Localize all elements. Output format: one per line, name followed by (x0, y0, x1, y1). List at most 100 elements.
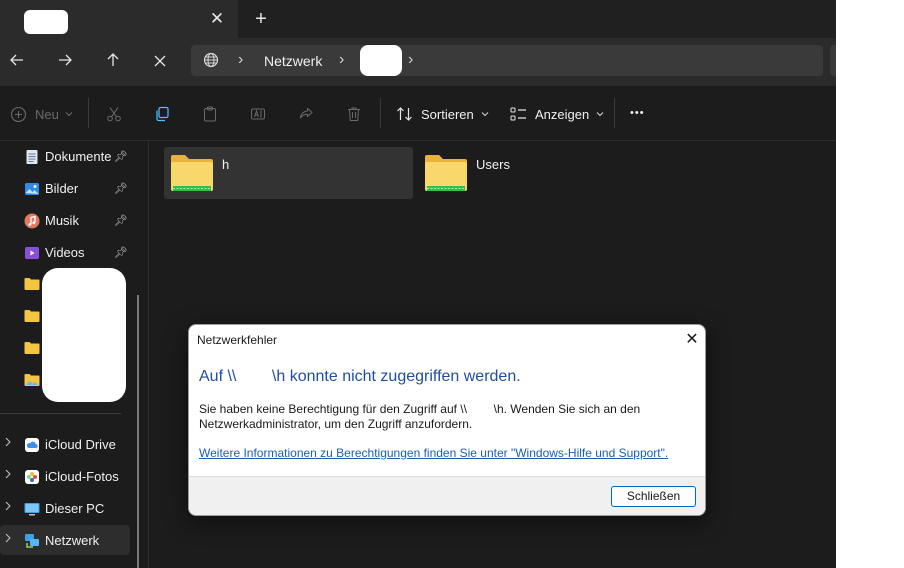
search-box-edge[interactable] (830, 45, 836, 76)
delete-button[interactable] (346, 104, 362, 124)
redacted-tab-title (24, 10, 68, 34)
folder-name: Users (476, 157, 510, 172)
breadcrumb-separator[interactable]: › (238, 51, 243, 69)
folder-icon (24, 342, 40, 354)
close-button[interactable]: Schließen (611, 486, 696, 507)
pictures-icon (25, 183, 39, 195)
breadcrumb-separator[interactable]: › (339, 51, 344, 69)
sidebar-item-documents[interactable]: Dokumente 📌︎ (0, 141, 130, 171)
redacted-sidebar-items (42, 268, 126, 402)
breadcrumb-separator[interactable]: › (408, 51, 413, 69)
more-options-button[interactable]: ••• (630, 103, 645, 123)
sort-label: Sortieren (421, 106, 474, 122)
close-icon (154, 55, 166, 67)
stop-button[interactable] (146, 48, 174, 76)
shared-folder-icon (171, 155, 213, 191)
chevron-down-icon (481, 112, 489, 117)
chevron-right-icon[interactable] (4, 437, 12, 447)
dialog-message-line: Netzwerkadministrator, um den Zugriff an… (199, 417, 473, 431)
dialog-close-icon[interactable]: ✕ (683, 329, 701, 349)
view-label: Anzeigen (535, 106, 590, 122)
permissions-help-link[interactable]: Weitere Informationen zu Berechtigungen … (199, 446, 668, 460)
toolbar-divider (614, 98, 615, 128)
sidebar-item-icloud-photos[interactable]: iCloud-Fotos (0, 461, 130, 491)
sidebar-item-videos[interactable]: Videos 📌︎ (0, 237, 130, 267)
sidebar-item-network[interactable]: Netzwerk (0, 525, 130, 555)
dialog-message-line: Sie haben keine Berechtigung für den Zug… (199, 402, 641, 416)
toolbar-divider (88, 98, 89, 128)
shared-folder-icon (425, 155, 467, 191)
sidebar-item-music[interactable]: Musik 📌︎ (0, 205, 130, 235)
sidebar-item-label: Dokumente (45, 149, 112, 164)
view-button[interactable]: Anzeigen (510, 104, 604, 124)
dialog-heading: Auf \\ \h konnte nicht zugegriffen werde… (199, 368, 521, 385)
sidebar-scrollbar[interactable] (137, 295, 139, 568)
forward-button[interactable] (51, 48, 79, 76)
folder-item-h[interactable]: h (164, 147, 413, 199)
sidebar-item-label: Videos (45, 245, 85, 260)
sidebar-item-label: Musik (45, 213, 79, 228)
pin-icon: 📌︎ (114, 183, 128, 195)
dialog-title: Netzwerkfehler (197, 333, 278, 347)
breadcrumb-network[interactable]: Netzwerk (264, 53, 322, 69)
new-label: Neu (35, 106, 59, 122)
share-button[interactable] (298, 104, 314, 124)
address-bar[interactable]: › Netzwerk › › (191, 45, 823, 76)
folder-icon (24, 310, 40, 322)
copy-button[interactable] (154, 104, 170, 124)
folder-name: h (222, 157, 230, 172)
arrow-left-icon (10, 54, 23, 66)
chevron-down-icon (65, 112, 73, 117)
documents-icon (26, 150, 38, 164)
dialog-message: Sie haben keine Berechtigung für den Zug… (199, 402, 669, 432)
this-pc-icon (24, 503, 40, 516)
folder-item-users[interactable]: Users (418, 147, 667, 199)
arrow-right-icon (59, 54, 72, 66)
sidebar-item-icloud-drive[interactable]: iCloud Drive (0, 429, 130, 459)
trash-icon (348, 107, 360, 121)
sidebar-divider (0, 413, 121, 414)
dialog-footer: Schließen (189, 476, 705, 515)
cut-button[interactable] (106, 104, 122, 124)
tab-active[interactable]: ✕ (0, 0, 238, 38)
new-tab-button[interactable]: + (250, 8, 272, 31)
chevron-down-icon (596, 112, 604, 117)
music-icon (24, 213, 40, 229)
share-icon (300, 108, 313, 119)
plus-circle-icon (10, 106, 27, 122)
rename-button[interactable] (250, 104, 266, 124)
new-button[interactable]: Neu (10, 104, 73, 124)
pin-icon: 📌︎ (114, 215, 128, 227)
redacted-host-name (360, 45, 402, 76)
sidebar-item-label: Dieser PC (45, 501, 105, 516)
rename-icon (251, 108, 265, 120)
tab-close-icon[interactable]: ✕ (208, 9, 226, 29)
videos-icon (25, 247, 39, 259)
network-globe-icon (203, 52, 219, 68)
chevron-right-icon[interactable] (4, 501, 12, 511)
sidebar-item-label: Bilder (45, 181, 79, 196)
sort-icon (397, 107, 412, 121)
back-button[interactable] (3, 48, 31, 76)
icloud-drive-icon (25, 438, 39, 452)
paste-button[interactable] (202, 104, 218, 124)
pin-icon: 📌︎ (114, 247, 128, 259)
copy-icon (156, 106, 169, 122)
pin-icon: 📌︎ (114, 151, 128, 163)
scissors-icon (107, 107, 121, 122)
clipboard-icon (204, 106, 216, 122)
sidebar-item-pictures[interactable]: Bilder 📌︎ (0, 173, 130, 203)
network-error-dialog: Netzwerkfehler ✕ Auf \\ \h konnte nicht … (188, 324, 706, 516)
network-icon (25, 534, 39, 548)
up-button[interactable] (99, 48, 127, 76)
sidebar-item-label: iCloud-Fotos (45, 469, 119, 484)
sidebar-item-this-pc[interactable]: Dieser PC (0, 493, 130, 523)
chevron-right-icon[interactable] (4, 533, 12, 543)
chevron-right-icon[interactable] (4, 469, 12, 479)
sidebar-item-label: Netzwerk (45, 533, 100, 548)
arrow-up-icon (107, 53, 119, 66)
sort-button[interactable]: Sortieren (396, 104, 489, 124)
tab-bar: ✕ + (0, 0, 836, 38)
address-row: › Netzwerk › › (0, 38, 836, 86)
icloud-photos-icon (25, 470, 39, 484)
